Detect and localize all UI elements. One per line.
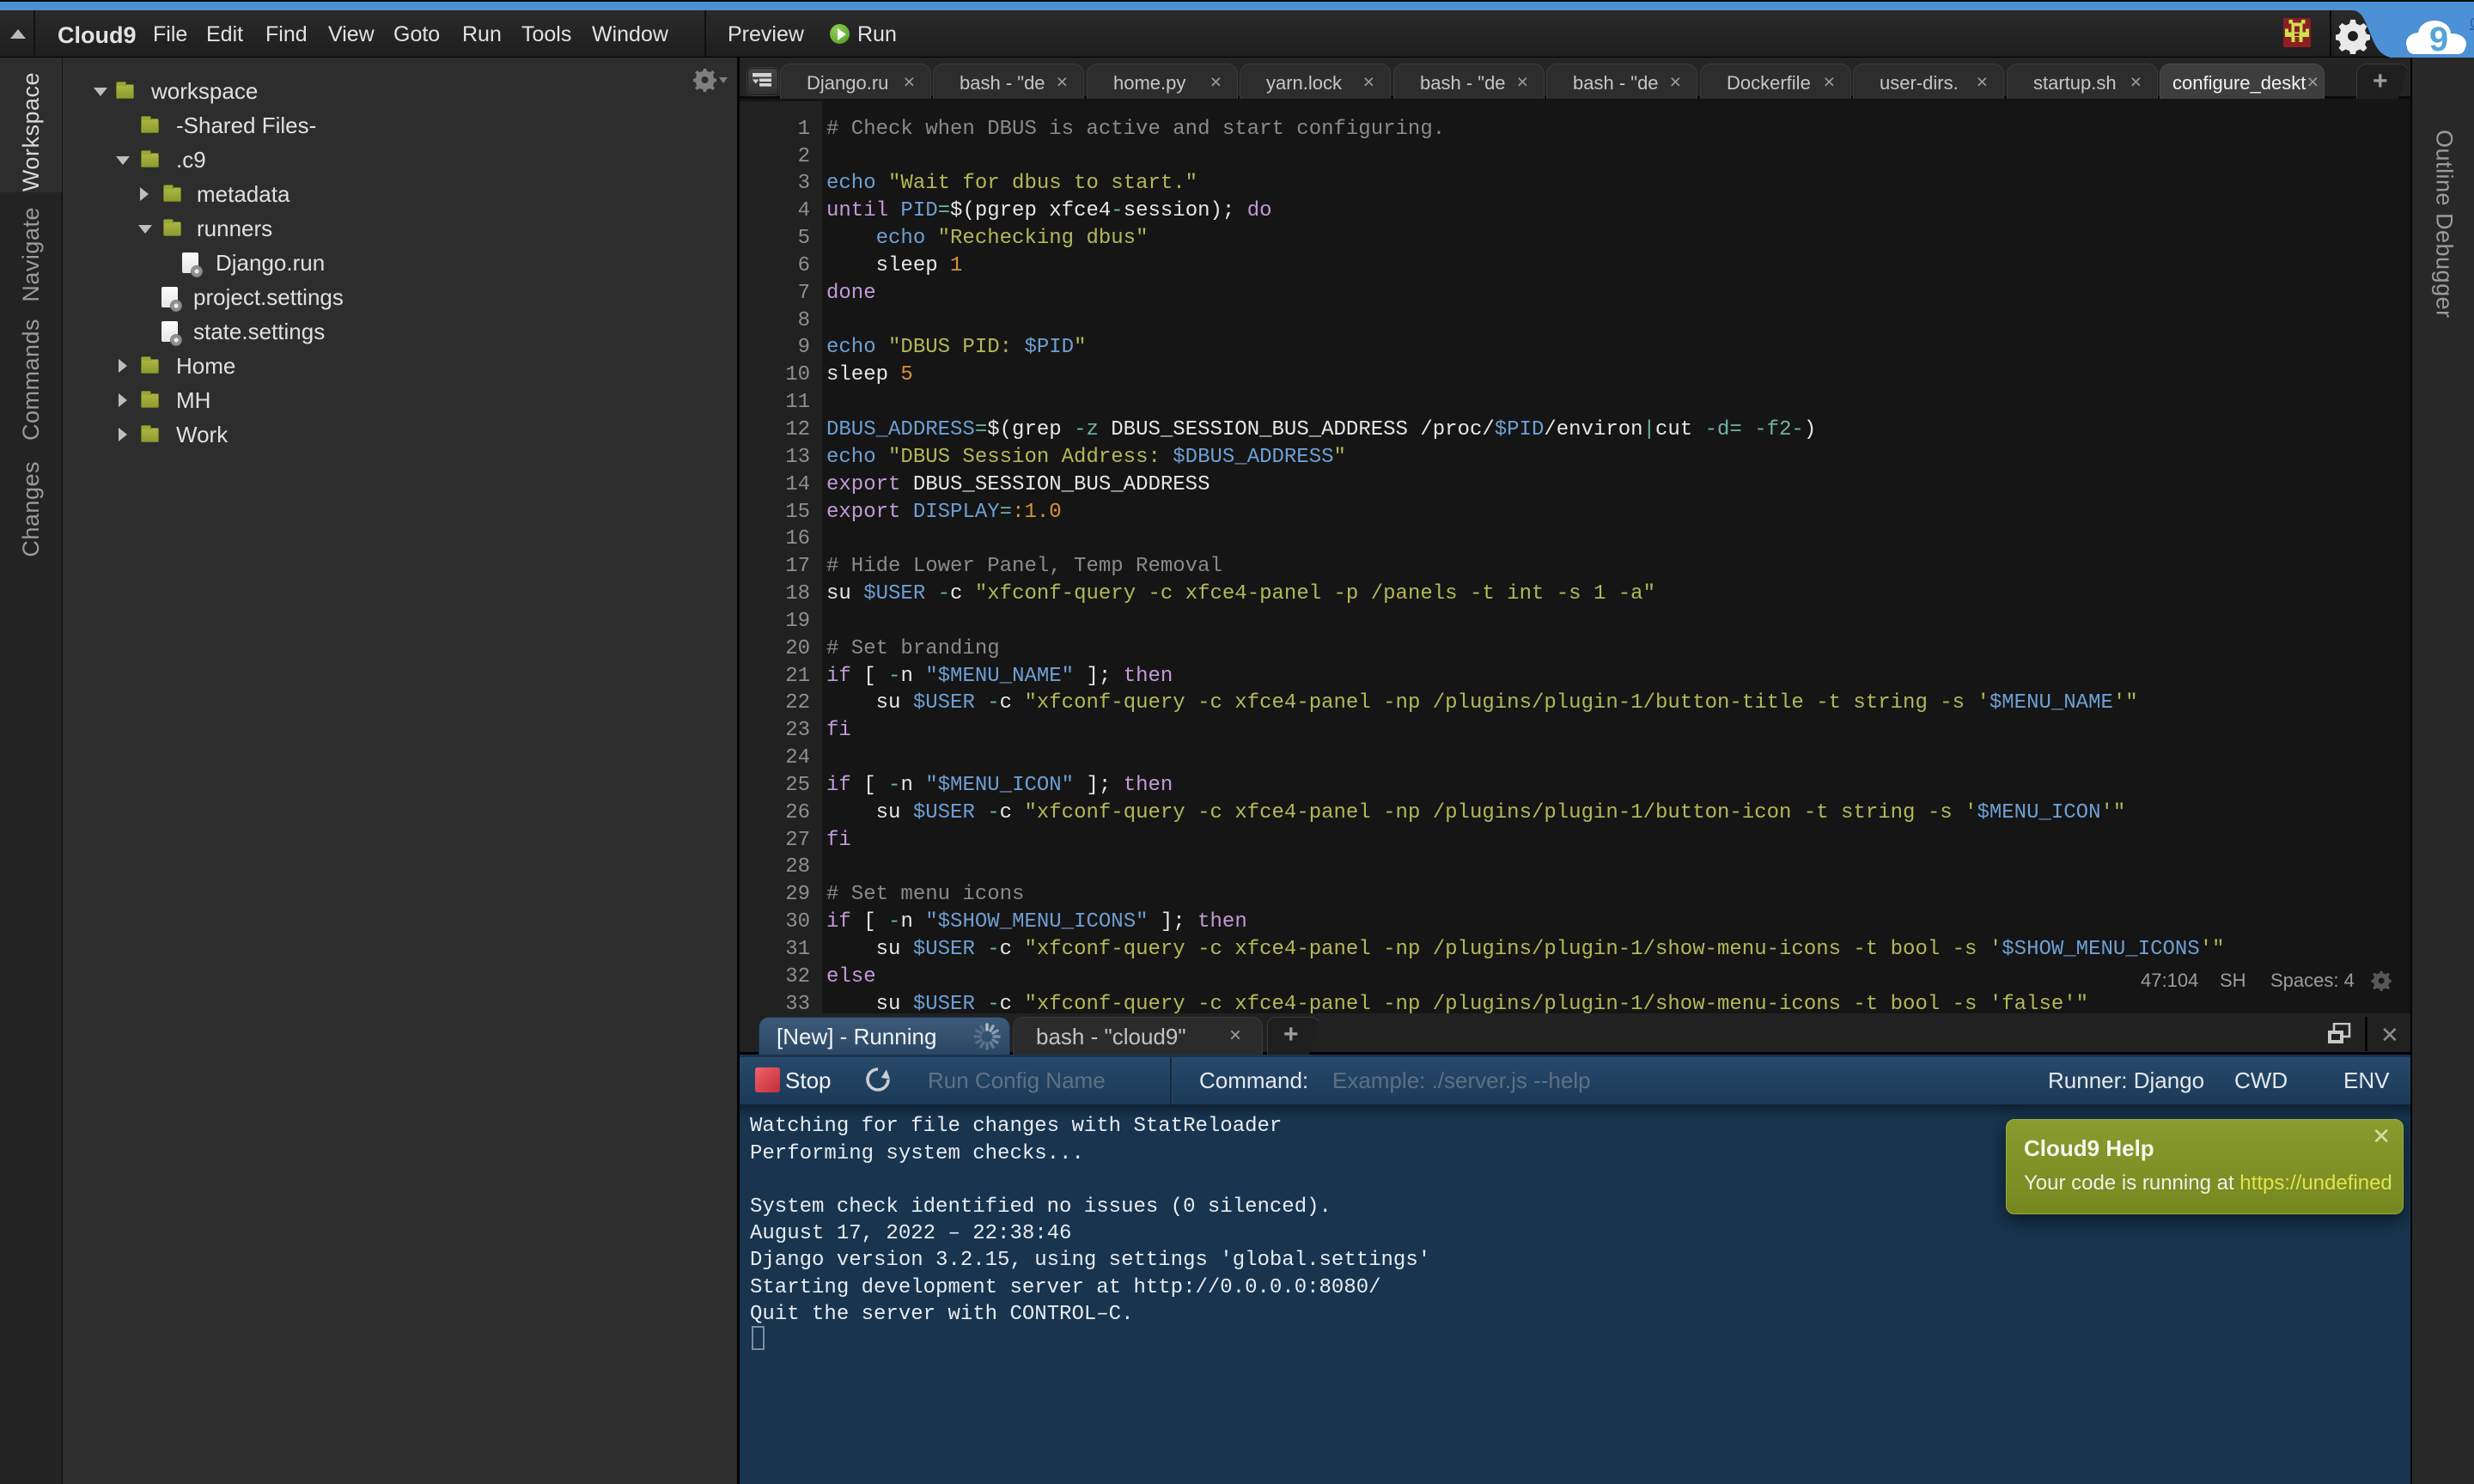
svg-text:c: c [2470,13,2474,32]
svg-text:9: 9 [2429,21,2448,58]
